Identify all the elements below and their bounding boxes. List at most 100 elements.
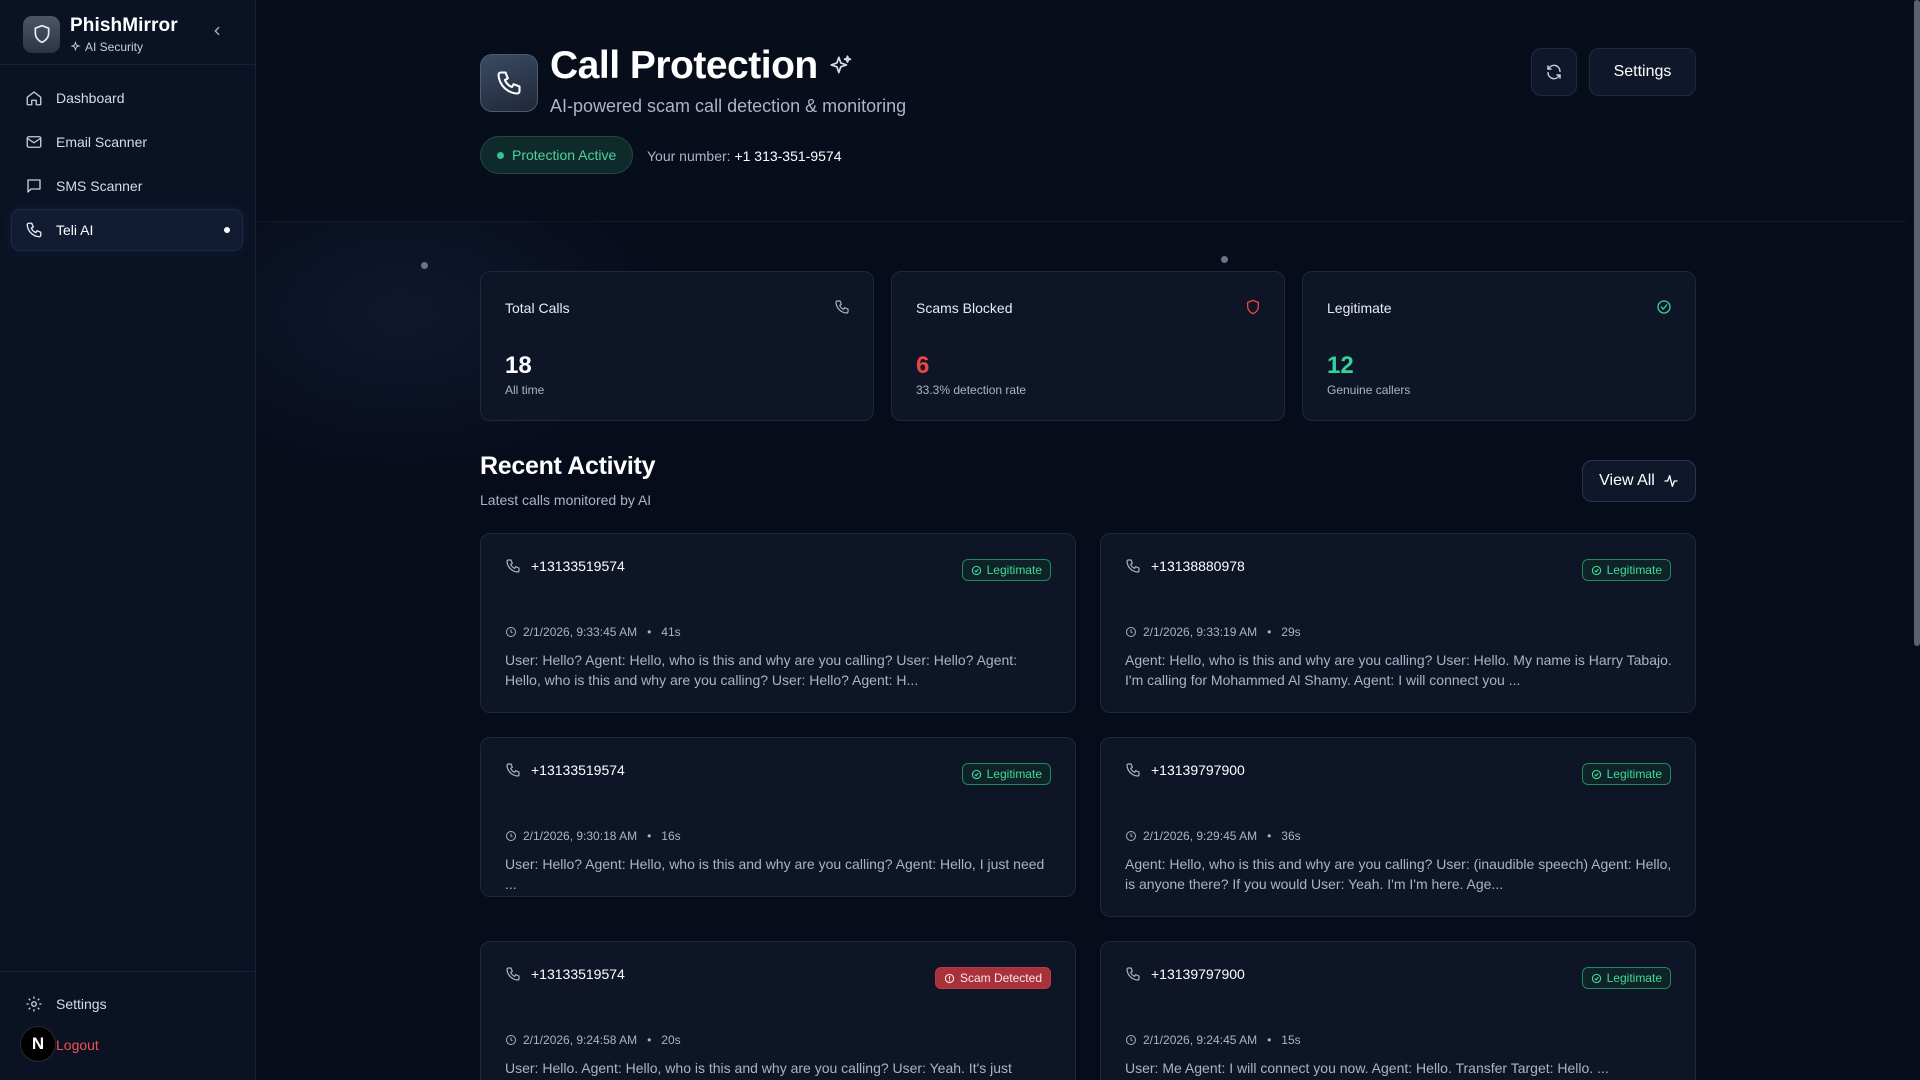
stat-sub: All time — [505, 383, 545, 397]
status-badge: Legitimate — [1581, 559, 1671, 581]
status-text: Protection Active — [512, 147, 617, 163]
clock-icon — [506, 627, 516, 637]
shield-logo-icon — [23, 15, 60, 53]
sidebar-nav: Dashboard Email Scanner SMS Scanner Teli… — [12, 78, 242, 254]
check-circle-icon — [971, 565, 981, 575]
meta-separator: • — [1267, 1033, 1272, 1047]
call-card[interactable]: +13133519574 Legitimate 2/1/2026, 9:30:1… — [480, 737, 1076, 897]
protection-status-badge: Protection Active — [480, 136, 634, 174]
stat-value: 18 — [505, 352, 532, 379]
call-transcript: Agent: Hello, who is this and why are yo… — [1125, 856, 1672, 892]
your-number: Your number: +1 313-351-9574 — [647, 148, 841, 164]
page-subtitle: AI-powered scam call detection & monitor… — [550, 96, 907, 116]
call-duration: 20s — [661, 1033, 681, 1047]
call-time: 2/1/2026, 9:30:18 AM — [523, 829, 638, 843]
call-meta: 2/1/2026, 9:24:45 AM • 15s — [1125, 1033, 1301, 1047]
sidebar-item-label: SMS Scanner — [56, 178, 143, 194]
stat-value: 6 — [916, 352, 930, 379]
status-badge-text: Legitimate — [1606, 971, 1662, 985]
meta-separator: • — [647, 625, 652, 639]
sidebar-item-label: Email Scanner — [56, 134, 148, 150]
your-number-label: Your number: — [647, 148, 731, 164]
call-card[interactable]: +13138880978 Legitimate 2/1/2026, 9:33:1… — [1100, 533, 1696, 713]
clock-icon — [506, 1035, 516, 1045]
sparkle-icon — [70, 41, 81, 52]
status-badge: Legitimate — [961, 763, 1051, 785]
status-badge-text: Legitimate — [986, 767, 1042, 781]
call-card[interactable]: +13139797900 Legitimate 2/1/2026, 9:24:4… — [1100, 941, 1696, 1080]
sidebar-divider — [0, 64, 255, 65]
call-transcript: User: Hello. Agent: Hello, who is this a… — [505, 1060, 1012, 1076]
your-number-value: +1 313-351-9574 — [734, 148, 842, 164]
phone-icon — [1126, 763, 1140, 777]
call-transcript: User: Hello? Agent: Hello, who is this a… — [505, 652, 1018, 688]
call-meta: 2/1/2026, 9:29:45 AM • 36s — [1125, 829, 1301, 843]
phone-icon — [506, 967, 520, 981]
scrollbar-thumb[interactable] — [1914, 0, 1920, 646]
call-transcript: Agent: Hello, who is this and why are yo… — [1125, 652, 1672, 688]
clock-icon — [1126, 831, 1136, 841]
stat-label: Scams Blocked — [916, 300, 1013, 316]
stat-card-scams-blocked: Scams Blocked 6 33.3% detection rate — [891, 271, 1285, 421]
sidebar-item-label: Dashboard — [56, 90, 125, 106]
sidebar-item-email-scanner[interactable]: Email Scanner — [12, 122, 242, 162]
sidebar-item-teli-ai[interactable]: Teli AI — [12, 210, 242, 250]
clock-icon — [1126, 1035, 1136, 1045]
clock-icon — [1126, 627, 1136, 637]
main-content: Call Protection AI-powered scam call det… — [256, 0, 1906, 1080]
call-time: 2/1/2026, 9:33:19 AM — [1143, 625, 1258, 639]
call-header: +13138880978 — [1125, 558, 1245, 574]
meta-separator: • — [1267, 625, 1272, 639]
page-title: Call Protection — [550, 44, 854, 88]
stat-label: Legitimate — [1327, 300, 1392, 316]
brand[interactable]: PhishMirror AI Security — [23, 14, 233, 54]
phone-icon — [1126, 559, 1140, 573]
call-transcript: User: Hello? Agent: Hello, who is this a… — [505, 856, 1045, 892]
status-badge-text: Scam Detected — [959, 971, 1042, 985]
view-all-button[interactable]: View All — [1582, 460, 1696, 502]
brand-name: PhishMirror — [70, 14, 178, 36]
call-card[interactable]: +13133519574 Scam Detected 2/1/2026, 9:2… — [480, 941, 1076, 1080]
call-meta: 2/1/2026, 9:24:58 AM • 20s — [505, 1033, 681, 1047]
avatar[interactable]: N — [20, 1026, 56, 1062]
call-number: +13139797900 — [1151, 762, 1245, 778]
stat-card-total-calls: Total Calls 18 All time — [480, 271, 874, 421]
stat-sub: Genuine callers — [1327, 383, 1411, 397]
meta-separator: • — [647, 1033, 652, 1047]
call-time: 2/1/2026, 9:24:58 AM — [523, 1033, 638, 1047]
check-circle-icon — [971, 769, 981, 779]
activity-icon — [1664, 475, 1678, 487]
meta-separator: • — [647, 829, 652, 843]
sidebar-settings-label: Settings — [56, 996, 107, 1012]
phone-header-icon — [480, 54, 538, 112]
call-header: +13139797900 — [1125, 966, 1245, 982]
brand-tagline: AI Security — [70, 40, 178, 54]
call-time: 2/1/2026, 9:29:45 AM — [1143, 829, 1258, 843]
check-circle-icon — [1591, 973, 1601, 983]
refresh-button[interactable] — [1531, 48, 1577, 96]
gear-icon — [24, 994, 44, 1014]
status-badge: Scam Detected — [934, 967, 1051, 989]
call-time: 2/1/2026, 9:24:45 AM — [1143, 1033, 1258, 1047]
alert-circle-icon — [944, 973, 955, 983]
logout-button[interactable]: Logout — [56, 1037, 99, 1053]
call-card[interactable]: +13133519574 Legitimate 2/1/2026, 9:33:4… — [480, 533, 1076, 713]
settings-button[interactable]: Settings — [1589, 48, 1696, 96]
call-header: +13133519574 — [505, 558, 625, 574]
sidebar-item-settings[interactable]: Settings — [24, 992, 107, 1016]
shield-icon — [1244, 298, 1262, 316]
mail-icon — [24, 132, 44, 152]
collapse-sidebar-button[interactable] — [207, 21, 227, 41]
section-title: Recent Activity — [480, 452, 656, 480]
call-duration: 16s — [661, 829, 681, 843]
chevron-left-icon — [214, 26, 220, 36]
call-duration: 36s — [1281, 829, 1301, 843]
stat-label: Total Calls — [505, 300, 570, 316]
call-card[interactable]: +13139797900 Legitimate 2/1/2026, 9:29:4… — [1100, 737, 1696, 917]
phone-icon — [506, 763, 520, 777]
decorative-dot — [421, 262, 428, 269]
sidebar-item-dashboard[interactable]: Dashboard — [12, 78, 242, 118]
status-badge: Legitimate — [1581, 763, 1671, 785]
sidebar-item-sms-scanner[interactable]: SMS Scanner — [12, 166, 242, 206]
call-header: +13133519574 — [505, 966, 625, 982]
